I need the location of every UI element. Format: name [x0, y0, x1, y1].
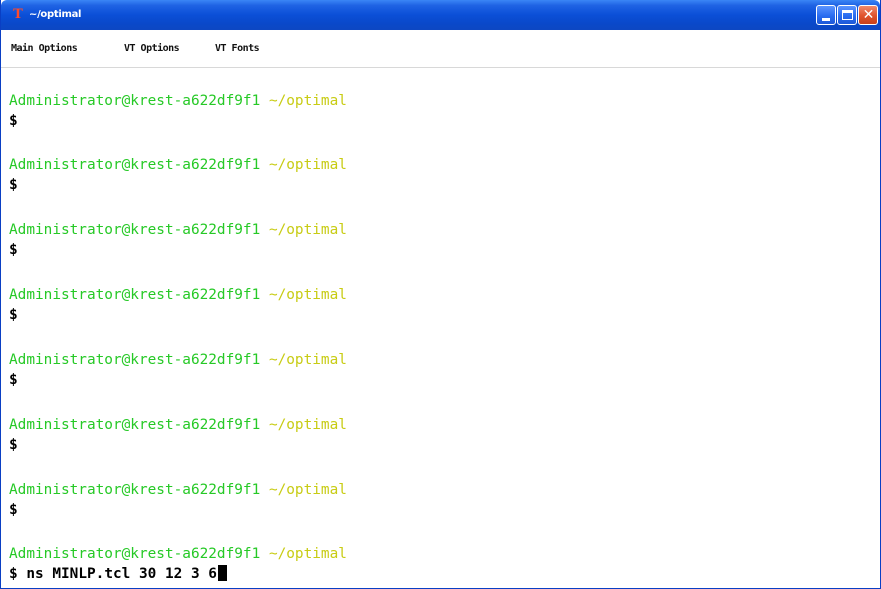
user-host: Administrator@krest-a622df9f1: [9, 482, 261, 498]
title-bar[interactable]: T ~/optimal ✕: [1, 0, 880, 30]
menu-vt-fonts[interactable]: VT Fonts: [215, 42, 260, 56]
prompt-line: Administrator@krest-a622df9f1 ~/optimal: [9, 156, 347, 174]
window-title: ~/optimal: [29, 9, 82, 20]
prompt-block: Administrator@krest-a622df9f1 ~/optimal …: [9, 481, 869, 521]
command-line: $: [9, 436, 18, 454]
user-host: Administrator@krest-a622df9f1: [9, 546, 261, 562]
minimize-button[interactable]: [816, 5, 836, 25]
command-line-active[interactable]: $ ns MINLP.tcl 30 12 3 6: [9, 565, 227, 583]
command-line: $: [9, 176, 18, 194]
command-line: $: [9, 112, 18, 130]
user-host: Administrator@krest-a622df9f1: [9, 222, 261, 238]
typed-command[interactable]: ns MINLP.tcl 30 12 3 6: [26, 566, 217, 582]
user-host: Administrator@krest-a622df9f1: [9, 352, 261, 368]
prompt-symbol: $: [9, 307, 18, 323]
command-line: $: [9, 241, 18, 259]
menu-vt-options[interactable]: VT Options: [124, 42, 180, 56]
maximize-icon: [842, 10, 853, 20]
command-line: $: [9, 306, 18, 324]
cwd-path: ~/optimal: [268, 482, 347, 498]
prompt-block: Administrator@krest-a622df9f1 ~/optimal …: [9, 221, 869, 261]
prompt-symbol: $: [9, 502, 18, 518]
cwd-path: ~/optimal: [268, 417, 347, 433]
prompt-block: Administrator@krest-a622df9f1 ~/optimal …: [9, 156, 869, 196]
prompt-block: Administrator@krest-a622df9f1 ~/optimal …: [9, 351, 869, 391]
prompt-block-active: Administrator@krest-a622df9f1 ~/optimal …: [9, 545, 869, 585]
minimize-icon: [822, 18, 830, 21]
user-host: Administrator@krest-a622df9f1: [9, 417, 261, 433]
prompt-line: Administrator@krest-a622df9f1 ~/optimal: [9, 286, 347, 304]
terminal-output[interactable]: Administrator@krest-a622df9f1 ~/optimal …: [9, 68, 877, 586]
prompt-symbol: $: [9, 437, 18, 453]
prompt-line: Administrator@krest-a622df9f1 ~/optimal: [9, 481, 347, 499]
cwd-path: ~/optimal: [268, 352, 347, 368]
prompt-symbol: $: [9, 566, 18, 582]
user-host: Administrator@krest-a622df9f1: [9, 157, 261, 173]
close-icon: ✕: [862, 7, 875, 23]
close-button[interactable]: ✕: [858, 5, 878, 25]
prompt-symbol: $: [9, 113, 18, 129]
prompt-block: Administrator@krest-a622df9f1 ~/optimal …: [9, 286, 869, 326]
prompt-line: Administrator@krest-a622df9f1 ~/optimal: [9, 221, 347, 239]
prompt-symbol: $: [9, 177, 18, 193]
cwd-path: ~/optimal: [268, 157, 347, 173]
menu-main-options[interactable]: Main Options: [11, 42, 78, 56]
command-line: $: [9, 371, 18, 389]
app-icon[interactable]: T: [10, 8, 26, 22]
prompt-block: Administrator@krest-a622df9f1 ~/optimal …: [9, 92, 869, 132]
prompt-block: Administrator@krest-a622df9f1 ~/optimal …: [9, 416, 869, 456]
prompt-line: Administrator@krest-a622df9f1 ~/optimal: [9, 351, 347, 369]
user-host: Administrator@krest-a622df9f1: [9, 93, 261, 109]
command-line: $: [9, 501, 18, 519]
cwd-path: ~/optimal: [268, 287, 347, 303]
prompt-symbol: $: [9, 372, 18, 388]
prompt-line: Administrator@krest-a622df9f1 ~/optimal: [9, 416, 347, 434]
menu-bar: Main Options VT Options VT Fonts: [1, 30, 880, 68]
prompt-line: Administrator@krest-a622df9f1 ~/optimal: [9, 545, 347, 563]
cwd-path: ~/optimal: [268, 93, 347, 109]
prompt-line: Administrator@krest-a622df9f1 ~/optimal: [9, 92, 347, 110]
user-host: Administrator@krest-a622df9f1: [9, 287, 261, 303]
maximize-button[interactable]: [837, 5, 857, 25]
cwd-path: ~/optimal: [268, 222, 347, 238]
cwd-path: ~/optimal: [268, 546, 347, 562]
terminal-window: T ~/optimal ✕ Main Options VT Options VT…: [0, 0, 881, 589]
prompt-symbol: $: [9, 242, 18, 258]
text-cursor: [217, 565, 227, 581]
